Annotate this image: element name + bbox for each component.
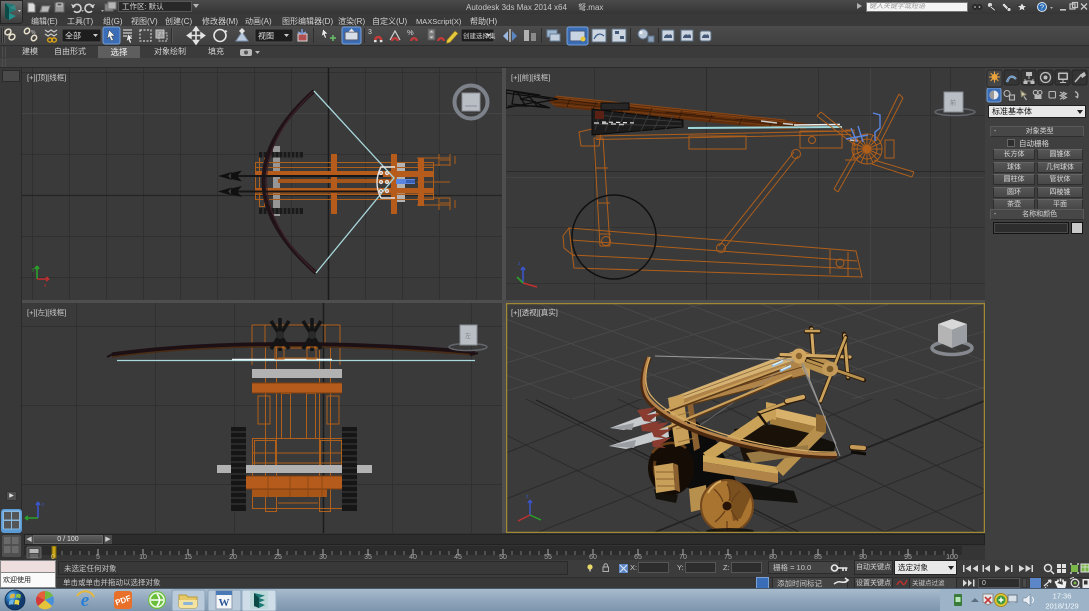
svg-text:视图: 视图 [258, 31, 274, 41]
svg-text:2018/1/29: 2018/1/29 [1045, 602, 1078, 611]
svg-text:W: W [219, 597, 230, 609]
svg-text:[+][顶][线框]: [+][顶][线框] [27, 72, 66, 82]
svg-text:[+][透视][真实]: [+][透视][真实] [511, 307, 558, 317]
svg-text:前: 前 [950, 99, 956, 107]
svg-text:[+][左][线框]: [+][左][线框] [27, 307, 66, 317]
svg-text:?: ? [1040, 3, 1044, 12]
svg-text:3: 3 [368, 29, 372, 36]
svg-text:[+][前][线框]: [+][前][线框] [511, 72, 550, 82]
svg-text:创建选择集: 创建选择集 [463, 31, 496, 40]
svg-text:%: % [407, 28, 414, 37]
svg-text:%: % [31, 30, 36, 36]
svg-text:全部: 全部 [65, 31, 81, 41]
svg-text:左: 左 [465, 332, 471, 340]
svg-text:17:36: 17:36 [1053, 592, 1072, 601]
svg-text:e: e [81, 590, 90, 611]
